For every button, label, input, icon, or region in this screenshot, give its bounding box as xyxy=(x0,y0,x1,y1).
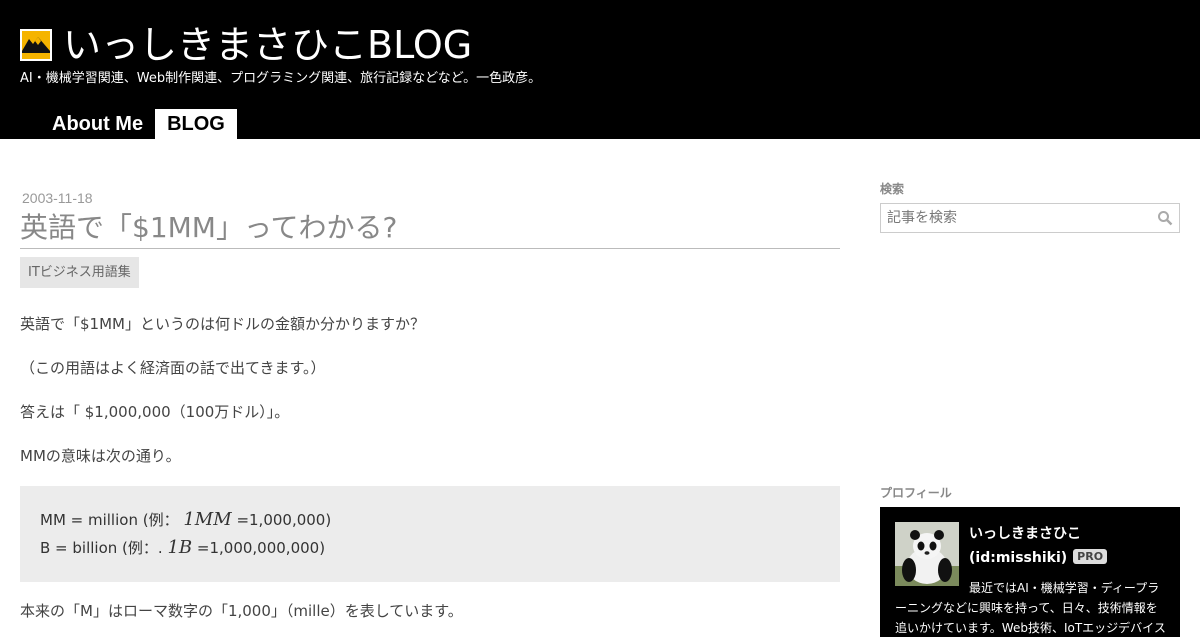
entry-paragraph: 答えは「 $1,000,000（100万ドル）」。 xyxy=(20,403,290,421)
profile-id[interactable]: (id:misshiki) PRO xyxy=(969,548,1108,568)
blog-title: いっしきまさひこBLOG xyxy=(63,23,473,67)
entry-paragraph: （この用語はよく経済面の話で出てきます。） xyxy=(20,359,326,377)
search-module-title: 検索 xyxy=(880,182,905,196)
search-form xyxy=(880,203,1180,233)
entry-paragraph: 英語で「$1MM」というのは何ドルの金額か分かりますか？ xyxy=(20,315,425,333)
blog-logo-icon xyxy=(20,29,52,61)
nav-blog[interactable]: BLOG xyxy=(155,109,237,139)
profile-module-title: プロフィール xyxy=(880,486,952,500)
search-icon[interactable] xyxy=(1157,210,1173,226)
category-tag[interactable]: ITビジネス用語集 xyxy=(20,257,139,288)
quote-line-billion: B = billion (例：. 1B =1,000,000,000) xyxy=(40,537,326,558)
entry-title[interactable]: 英語で「$1MM」ってわかる? xyxy=(20,208,840,249)
profile-name[interactable]: いっしきまさひこ xyxy=(969,524,1081,544)
profile-card: いっしきまさひこ (id:misshiki) PRO 最近ではAI・機械学習・ディ… xyxy=(880,507,1180,637)
entry-paragraph: MMの意味は次の通り。 xyxy=(20,447,181,465)
site-header: いっしきまさひこBLOG AI・機械学習関連、Web制作関連、プログラミング関連… xyxy=(0,0,1200,139)
pro-badge: PRO xyxy=(1073,549,1108,564)
blog-description: AI・機械学習関連、Web制作関連、プログラミング関連、旅行記録などなど。一色政… xyxy=(20,71,542,86)
quote-line-million: MM = million (例： 1MM =1,000,000) xyxy=(40,509,332,530)
search-input[interactable] xyxy=(881,204,1153,232)
profile-description: 最近ではAI・機械学習・ディープラーニングなどに興味を持って、日々、技術情報を追… xyxy=(895,581,1166,635)
entry-date[interactable]: 2003-11-18 xyxy=(22,189,93,207)
math-1b: 1B xyxy=(167,537,193,558)
avatar[interactable] xyxy=(895,522,959,586)
math-1mm: 1MM xyxy=(183,509,232,530)
blog-title-link[interactable]: いっしきまさひこBLOG xyxy=(20,22,472,68)
global-nav: About Me BLOG xyxy=(40,109,237,139)
entry-paragraph: 本来の「M」はローマ数字の「1,000」（mille）を表しています。 xyxy=(20,602,463,620)
nav-about-me[interactable]: About Me xyxy=(40,109,155,139)
blockquote: MM = million (例： 1MM =1,000,000) B = bil… xyxy=(20,486,840,582)
